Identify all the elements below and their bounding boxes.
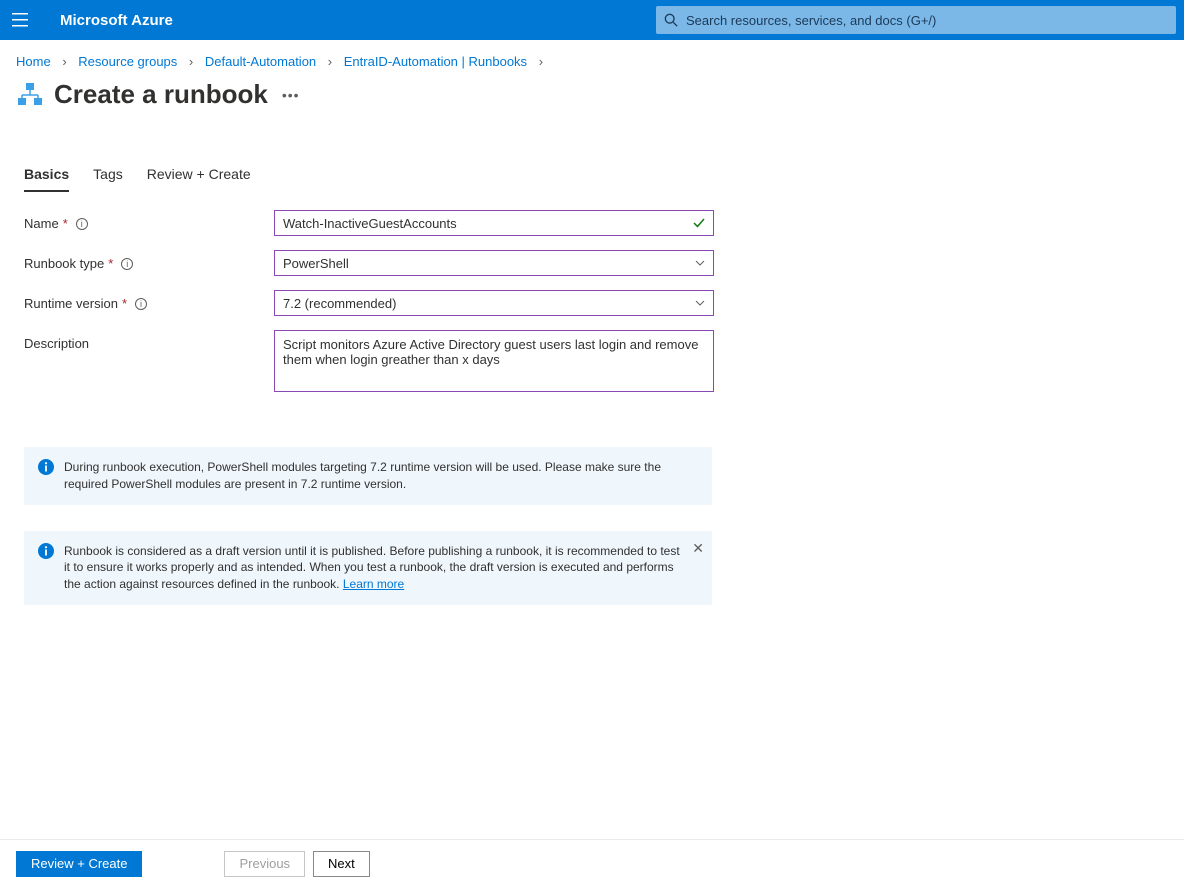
chevron-right-icon: › <box>62 54 66 69</box>
name-label: Name * i <box>24 210 274 231</box>
more-actions-button[interactable]: ••• <box>282 87 300 103</box>
breadcrumb-home[interactable]: Home <box>16 54 51 69</box>
chevron-right-icon: › <box>328 54 332 69</box>
runtime-label: Runtime version * i <box>24 290 274 311</box>
required-indicator: * <box>122 296 127 311</box>
search-icon <box>664 13 678 27</box>
next-button[interactable]: Next <box>313 851 370 877</box>
info-icon <box>38 543 54 559</box>
breadcrumb-resource-groups[interactable]: Resource groups <box>78 54 177 69</box>
runtime-info-banner: During runbook execution, PowerShell mod… <box>24 447 712 505</box>
tab-basics[interactable]: Basics <box>24 160 69 192</box>
footer-actions: Review + Create Previous Next <box>0 839 1184 887</box>
info-icon[interactable]: i <box>135 298 147 310</box>
description-textarea[interactable] <box>274 330 714 392</box>
close-icon[interactable]: ✕ <box>692 539 704 559</box>
info-icon[interactable]: i <box>121 258 133 270</box>
draft-info-banner: Runbook is considered as a draft version… <box>24 531 712 605</box>
required-indicator: * <box>108 256 113 271</box>
hamburger-icon <box>12 13 28 27</box>
runtime-label-text: Runtime version <box>24 296 118 311</box>
tab-tags[interactable]: Tags <box>93 160 123 192</box>
topbar: Microsoft Azure <box>0 0 1184 40</box>
tabs: Basics Tags Review + Create <box>0 160 1184 192</box>
description-label-text: Description <box>24 336 89 351</box>
info-icon <box>38 459 54 475</box>
breadcrumb-entraid-automation[interactable]: EntraID-Automation | Runbooks <box>344 54 527 69</box>
type-label: Runbook type * i <box>24 250 274 271</box>
info-icon[interactable]: i <box>76 218 88 230</box>
breadcrumb-default-automation[interactable]: Default-Automation <box>205 54 316 69</box>
chevron-right-icon: › <box>189 54 193 69</box>
breadcrumb: Home › Resource groups › Default-Automat… <box>0 40 1184 75</box>
draft-info-text: Runbook is considered as a draft version… <box>64 543 682 593</box>
runbook-icon <box>16 81 44 109</box>
chevron-right-icon: › <box>539 54 543 69</box>
description-label: Description <box>24 330 274 351</box>
form-basics: Name * i Runbook type * i Runtime versio… <box>0 192 1184 427</box>
tab-review-create[interactable]: Review + Create <box>147 160 251 192</box>
page-title: Create a runbook <box>54 79 268 110</box>
runtime-version-select[interactable] <box>274 290 714 316</box>
hamburger-menu-button[interactable] <box>0 0 40 40</box>
runbook-type-select[interactable] <box>274 250 714 276</box>
page-header: Create a runbook ••• <box>0 75 1184 130</box>
runtime-info-text: During runbook execution, PowerShell mod… <box>64 459 682 493</box>
name-input[interactable] <box>274 210 714 236</box>
global-search-input[interactable] <box>686 13 1168 28</box>
name-label-text: Name <box>24 216 59 231</box>
previous-button: Previous <box>224 851 305 877</box>
learn-more-link[interactable]: Learn more <box>343 577 404 591</box>
brand-label: Microsoft Azure <box>60 12 173 29</box>
global-search[interactable] <box>656 6 1176 34</box>
review-create-button[interactable]: Review + Create <box>16 851 142 877</box>
required-indicator: * <box>63 216 68 231</box>
type-label-text: Runbook type <box>24 256 104 271</box>
